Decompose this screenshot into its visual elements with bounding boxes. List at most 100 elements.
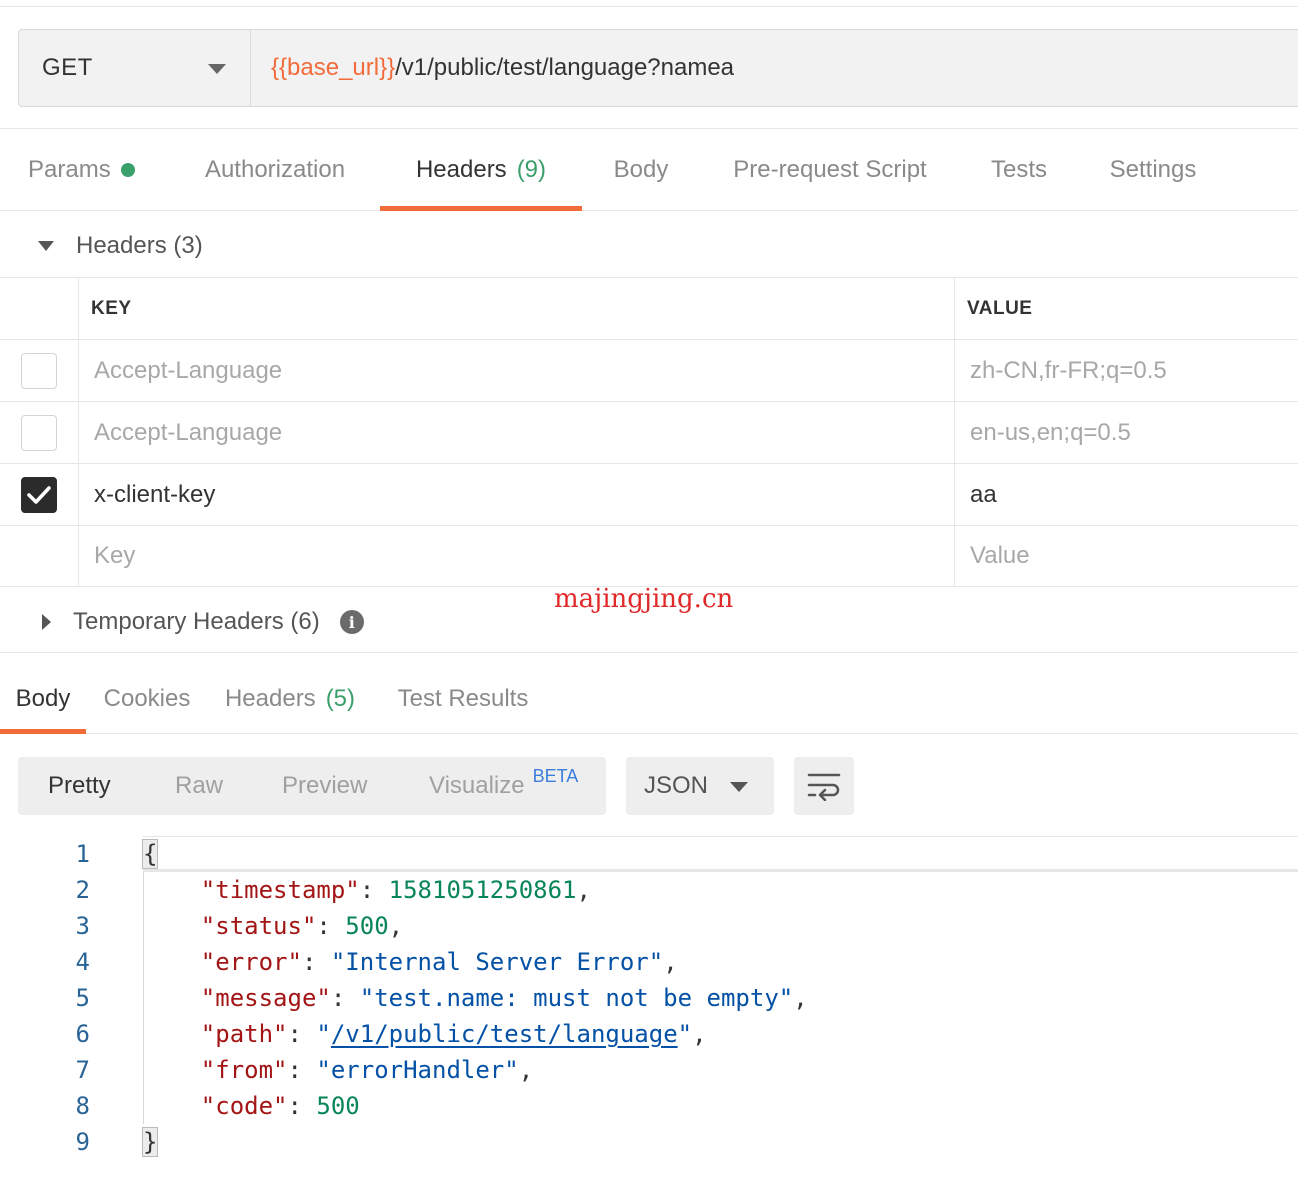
wrap-lines-button[interactable] (794, 757, 854, 815)
tab-label: Cookies (103, 685, 191, 712)
header-value[interactable]: en-us,en;q=0.5 (955, 402, 1298, 463)
check-cell (0, 340, 79, 401)
tab-cookies[interactable]: Cookies (100, 665, 194, 733)
line-number: 8 (75, 1092, 90, 1120)
preview-button[interactable]: Preview (282, 757, 367, 815)
caret-right-icon (42, 614, 51, 630)
header-checkbox[interactable] (21, 414, 57, 451)
headers-section-title: Headers (76, 232, 167, 259)
json-key: "error" (200, 948, 302, 976)
line-number: 2 (75, 876, 90, 904)
view-mode-group: Pretty Raw Preview Visualize BETA (18, 757, 606, 815)
header-value[interactable]: aa (955, 464, 1298, 525)
tab-label: Headers (415, 156, 507, 183)
json-key: "path" (200, 1020, 288, 1048)
divider (0, 128, 1298, 129)
json-value: 500 (345, 912, 389, 940)
tab-label: Headers (224, 685, 316, 712)
check-cell (0, 464, 79, 525)
code-line: 3 "status": 500, (0, 908, 1298, 944)
tab-response-body[interactable]: Body (0, 665, 86, 734)
response-tabs: Body Cookies Headers (5) Test Results (0, 665, 1298, 734)
chevron-down-icon (730, 782, 748, 792)
tab-label: Body (613, 156, 669, 183)
headers-section-toggle[interactable]: Headers (3) (38, 229, 203, 263)
watermark: majingjing.cn (554, 584, 734, 614)
path-link[interactable]: /v1/public/test/language (331, 1020, 678, 1048)
json-value: "errorHandler" (316, 1056, 519, 1084)
tab-label: Tests (990, 156, 1047, 183)
url-variable: {{base_url}} (271, 54, 396, 81)
tab-label: Settings (1109, 156, 1197, 183)
json-value: 500 (316, 1092, 360, 1120)
header-key[interactable]: Accept-Language (79, 340, 955, 401)
code-line: 9 } (0, 1124, 1298, 1160)
json-value: "Internal Server Error" (330, 948, 664, 976)
tab-settings[interactable]: Settings (1106, 130, 1200, 210)
new-header-row: Key Value (0, 525, 1298, 587)
header-checkbox[interactable] (21, 352, 57, 389)
check-cell (0, 402, 79, 463)
tab-response-headers[interactable]: Headers (5) (220, 665, 360, 733)
code-line: 1 { (0, 836, 1298, 872)
tab-body[interactable]: Body (610, 130, 672, 210)
response-body-code[interactable]: 1 { 2 "timestamp": 1581051250861, 3 "sta… (0, 836, 1298, 1176)
table-row: Accept-Language en-us,en;q=0.5 (0, 401, 1298, 463)
close-brace: } (141, 1127, 159, 1157)
line-number: 5 (75, 984, 90, 1012)
table-row: Accept-Language zh-CN,fr-FR;q=0.5 (0, 339, 1298, 401)
url-input[interactable]: {{base_url}}/v1/public/test/language?nam… (251, 30, 1298, 106)
header-checkbox[interactable] (21, 476, 57, 513)
method-label: GET (42, 54, 93, 81)
key-column-header: KEY (79, 278, 955, 339)
format-select[interactable]: JSON (626, 757, 774, 815)
line-number: 7 (75, 1056, 90, 1084)
url-path: /v1/public/test/language?namea (395, 54, 735, 81)
tab-label: Pre-request Script (733, 156, 927, 183)
visualize-label: Visualize (429, 772, 525, 799)
header-key[interactable]: Accept-Language (79, 402, 955, 463)
visualize-button[interactable]: Visualize BETA (429, 757, 578, 815)
pretty-button[interactable]: Pretty (48, 757, 111, 815)
method-select[interactable]: GET (19, 30, 251, 106)
line-number: 3 (75, 912, 90, 940)
chevron-down-icon (208, 64, 226, 74)
tab-authorization[interactable]: Authorization (198, 130, 352, 210)
new-key-input[interactable]: Key (79, 526, 955, 586)
json-key: "code" (200, 1092, 288, 1120)
line-number: 1 (75, 840, 90, 868)
temporary-headers-toggle[interactable]: Temporary Headers (6) i (42, 605, 364, 639)
caret-down-icon (38, 241, 54, 251)
json-value: 1581051250861 (388, 876, 577, 904)
new-value-input[interactable]: Value (955, 526, 1298, 586)
code-line: 4 "error": "Internal Server Error", (0, 944, 1298, 980)
headers-table: KEY VALUE Accept-Language zh-CN,fr-FR;q=… (0, 277, 1298, 587)
tab-params[interactable]: Params (28, 130, 144, 210)
divider (0, 652, 1298, 653)
info-icon[interactable]: i (339, 610, 364, 634)
code-line: 6 "path": "/v1/public/test/language", (0, 1016, 1298, 1052)
tab-headers[interactable]: Headers (9) (380, 130, 582, 211)
json-key: "from" (200, 1056, 288, 1084)
header-key[interactable]: x-client-key (79, 464, 955, 525)
raw-button[interactable]: Raw (175, 757, 223, 815)
header-value[interactable]: zh-CN,fr-FR;q=0.5 (955, 340, 1298, 401)
wrap-lines-icon (807, 773, 841, 801)
tab-label: Test Results (397, 685, 529, 712)
table-header-row: KEY VALUE (0, 277, 1298, 339)
table-row: x-client-key aa (0, 463, 1298, 525)
json-key: "status" (200, 912, 317, 940)
tab-label: Params (28, 156, 111, 183)
checkmark-icon (27, 485, 51, 504)
tab-pre-request-script[interactable]: Pre-request Script (728, 130, 932, 210)
format-label: JSON (644, 772, 709, 799)
code-line: 8 "code": 500 (0, 1088, 1298, 1124)
code-line: 5 "message": "test.name: must not be emp… (0, 980, 1298, 1016)
tab-test-results[interactable]: Test Results (394, 665, 532, 733)
request-tabs: Params Authorization Headers (9) Body Pr… (0, 130, 1298, 211)
code-line: 7 "from": "errorHandler", (0, 1052, 1298, 1088)
beta-badge: BETA (532, 765, 579, 786)
line-number: 6 (75, 1020, 90, 1048)
tab-tests[interactable]: Tests (988, 130, 1050, 210)
check-cell (0, 526, 79, 586)
